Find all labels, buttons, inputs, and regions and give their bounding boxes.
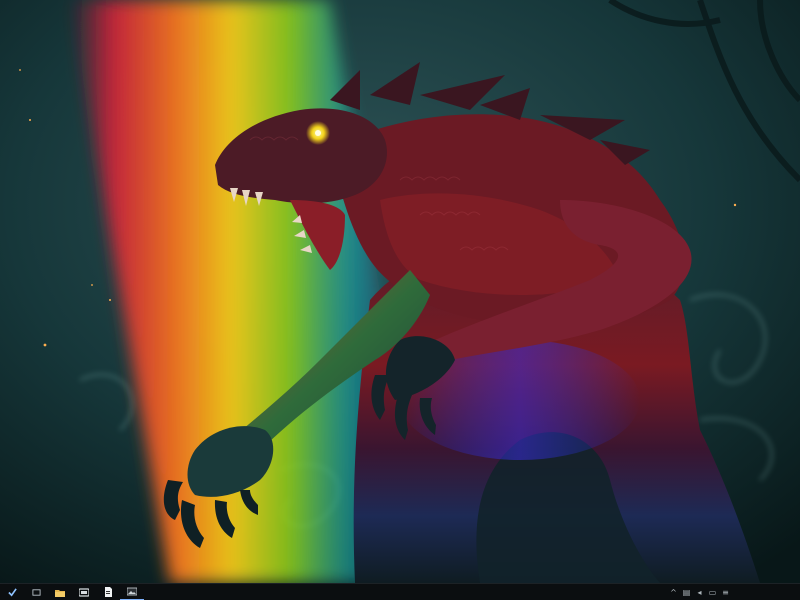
desktop[interactable] [0,0,800,583]
start-menu-icon [7,587,17,597]
taskbar: ^ ▤ ◂ ▭ ≡ [0,583,800,600]
taskbar-app-file-explorer[interactable] [48,584,72,600]
file-explorer-icon [55,588,65,597]
language-icon[interactable]: ≡ [719,584,732,600]
start-button[interactable] [0,584,24,600]
taskbar-app-document[interactable] [96,584,120,600]
taskbar-app-photos[interactable] [120,584,144,600]
volume-icon[interactable]: ◂ [693,584,706,600]
network-icon[interactable]: ▤ [680,584,693,600]
folder-icon [79,587,89,597]
wallpaper [0,0,800,583]
taskbar-app-folder[interactable] [72,584,96,600]
photo-app-icon [127,587,137,596]
document-icon [103,587,113,597]
chevron-up-icon[interactable]: ^ [667,584,680,600]
taskbar-app-task-view[interactable] [24,584,48,600]
battery-icon[interactable]: ▭ [706,584,719,600]
clock[interactable] [732,584,796,600]
task-view-icon [31,588,41,597]
